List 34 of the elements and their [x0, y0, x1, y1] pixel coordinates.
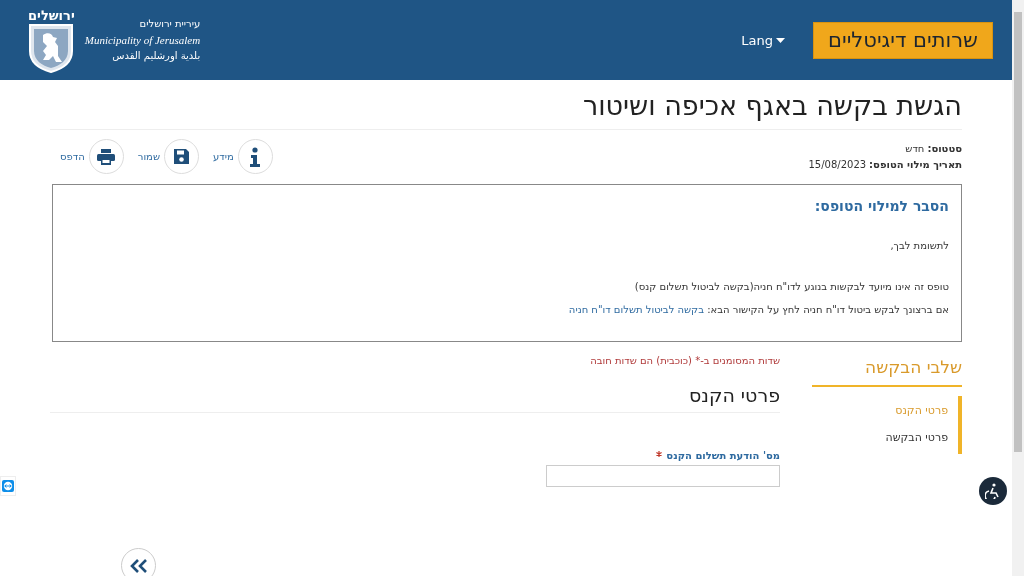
logo-arabic-text: بلدية اورشليم القدس	[112, 49, 201, 64]
arrows-icon	[2, 480, 14, 492]
notice-text: אם ברצונך לבקש ביטול דו"ח חניה לחץ על הקישור הבא:	[707, 304, 949, 315]
digital-services-button[interactable]: שרותים דיגיטליים	[813, 21, 993, 59]
remote-support-button[interactable]	[0, 476, 16, 496]
section-title: פרטי הקנס	[50, 384, 780, 413]
back-button[interactable]	[121, 548, 156, 576]
meta-value: 15/08/2023	[808, 158, 867, 170]
required-note: שדות המסומנים ב-* (כוכבית) הם שדות חובה	[589, 355, 780, 366]
crest-title: ירושלים	[28, 7, 75, 23]
notice-heading: הסבר למילוי הטופס:	[813, 198, 949, 214]
accessibility-button[interactable]	[979, 477, 1007, 505]
language-menu[interactable]: Lang	[735, 31, 792, 49]
lion-crest-icon	[28, 22, 75, 73]
meta-label: תאריך מילוי הטופס:	[869, 158, 962, 170]
logo-english-text: Municipality of Jerusalem	[84, 33, 201, 48]
input-field[interactable]	[546, 465, 780, 487]
wheelchair-icon	[985, 483, 1001, 499]
notice-text: טופס זה אינו מיועד לבקשות בנוגע לדו"ח חניה(בקשה לביטול תשלום קנס)	[633, 281, 949, 292]
printer-icon	[97, 148, 116, 165]
steps-title: שלבי הבקשה	[812, 357, 962, 387]
scrollbar-thumb[interactable]	[1014, 12, 1022, 452]
caret-icon	[776, 37, 786, 43]
logo-hebrew-text: עיריית ירושלים	[139, 17, 201, 31]
info-icon	[249, 146, 262, 167]
notice-link[interactable]: בקשה לביטול תשלום דו"ח חניה	[568, 304, 704, 315]
page-title: הגשת בקשה באגף אכיפה ושיטור	[50, 80, 962, 130]
meta-value: חדש	[905, 142, 925, 154]
step-item[interactable]: פרטי הבקשה	[885, 425, 958, 452]
meta-label: סטטוס:	[927, 142, 962, 154]
double-chevron-icon	[129, 558, 148, 573]
field-label: מס' הודעת תשלום הקנס	[666, 450, 780, 461]
scrollbar[interactable]	[1012, 0, 1024, 576]
notice-text: לתשומת לבך,	[889, 240, 949, 251]
